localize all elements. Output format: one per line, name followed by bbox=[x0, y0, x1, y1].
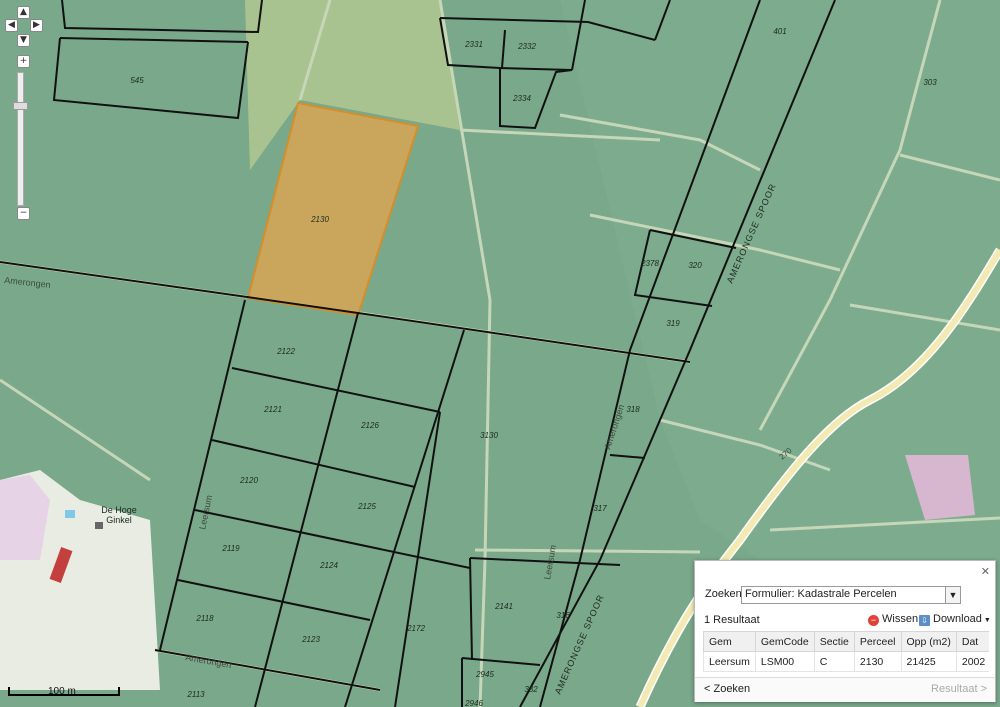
parcel-label: 2332 bbox=[517, 42, 536, 51]
dropdown-arrow-icon: ▼ bbox=[983, 617, 991, 624]
parcel-label: 401 bbox=[773, 27, 786, 36]
parcel-label: 319 bbox=[666, 319, 680, 328]
zoom-in-button[interactable]: + bbox=[17, 55, 30, 68]
zoom-slider-handle[interactable] bbox=[13, 102, 28, 110]
parcel-label: 2125 bbox=[357, 502, 376, 511]
result-count: 1 Resultaat bbox=[704, 614, 760, 626]
parcel-label: 2124 bbox=[319, 561, 338, 570]
zoom-slider-track[interactable] bbox=[17, 72, 24, 206]
table-cell: Leersum bbox=[703, 651, 756, 672]
scale-label: 100 m bbox=[48, 686, 76, 697]
parcel-label: 2172 bbox=[406, 624, 425, 633]
download-icon: ⇩ bbox=[919, 615, 930, 626]
parcel-label: 2378 bbox=[640, 259, 659, 268]
column-header[interactable]: Opp (m2) bbox=[900, 631, 957, 652]
parcel-label: 303 bbox=[923, 78, 937, 87]
table-row[interactable]: Leersum LSM00 C 2130 21425 2002 bbox=[703, 651, 989, 672]
parcel-label: 2121 bbox=[263, 405, 282, 414]
parcel-label: 2119 bbox=[221, 544, 240, 553]
back-to-search-link[interactable]: < Zoeken bbox=[704, 683, 750, 695]
pan-left-button[interactable]: ◀ bbox=[5, 19, 18, 32]
place-label: Ginkel bbox=[106, 515, 132, 525]
table-cell: 2130 bbox=[853, 651, 902, 672]
column-header[interactable]: Gem bbox=[703, 631, 756, 652]
table-cell: 21425 bbox=[900, 651, 957, 672]
column-header[interactable]: Sectie bbox=[813, 631, 855, 652]
parcel-label: 2334 bbox=[512, 94, 531, 103]
table-cell: 2002 bbox=[955, 651, 989, 672]
parcel-label: 2126 bbox=[360, 421, 379, 430]
search-form-value: Formulier: Kadastrale Percelen bbox=[745, 588, 897, 600]
place-label: De Hoge bbox=[101, 505, 137, 515]
table-cell: C bbox=[813, 651, 855, 672]
parcel-label: 320 bbox=[688, 261, 702, 270]
close-icon[interactable]: ✕ bbox=[981, 565, 990, 578]
clear-icon: − bbox=[868, 615, 879, 626]
pan-up-button[interactable]: ▲ bbox=[17, 6, 30, 19]
table-header-row: Gem GemCode Sectie Perceel Opp (m2) Dat bbox=[703, 631, 989, 652]
download-button[interactable]: ⇩ Download ▼ bbox=[919, 613, 991, 626]
parcel-label: 2141 bbox=[494, 602, 513, 611]
column-header[interactable]: GemCode bbox=[754, 631, 815, 652]
zoom-out-button[interactable]: − bbox=[17, 207, 30, 220]
parcel-label: 318 bbox=[626, 405, 640, 414]
parcel-label: 2123 bbox=[301, 635, 320, 644]
search-panel: ✕ Zoeken: Formulier: Kadastrale Percelen… bbox=[694, 560, 996, 702]
parcel-label: 2113 bbox=[186, 690, 205, 699]
parcel-label: 2946 bbox=[464, 699, 483, 707]
parcel-label: 382 bbox=[524, 685, 538, 694]
parcel-label: 2118 bbox=[195, 614, 214, 623]
search-form-select[interactable]: Formulier: Kadastrale Percelen ▼ bbox=[741, 586, 961, 604]
column-header[interactable]: Perceel bbox=[853, 631, 902, 652]
parcel-label: 2130 bbox=[310, 215, 329, 224]
results-table: Gem GemCode Sectie Perceel Opp (m2) Dat … bbox=[703, 631, 989, 672]
clear-label: Wissen bbox=[882, 613, 919, 625]
download-label: Download bbox=[933, 613, 982, 625]
parcel-label: 2120 bbox=[239, 476, 258, 485]
parcel-label: 316 bbox=[556, 611, 570, 620]
chevron-down-icon[interactable]: ▼ bbox=[945, 587, 960, 603]
panel-footer: < Zoeken Resultaat > bbox=[695, 677, 995, 702]
results-link[interactable]: Resultaat > bbox=[931, 683, 987, 695]
parcel-label: 2331 bbox=[464, 40, 483, 49]
parcel-label: 3130 bbox=[480, 431, 498, 440]
pan-right-button[interactable]: ▶ bbox=[30, 19, 43, 32]
search-label: Zoeken: bbox=[705, 588, 745, 600]
parcel-label: 545 bbox=[130, 76, 144, 85]
pan-down-button[interactable]: ▼ bbox=[17, 34, 30, 47]
column-header[interactable]: Dat bbox=[955, 631, 989, 652]
table-cell: LSM00 bbox=[754, 651, 815, 672]
clear-button[interactable]: − Wissen bbox=[868, 613, 918, 626]
results-table-wrap[interactable]: Gem GemCode Sectie Perceel Opp (m2) Dat … bbox=[703, 631, 989, 673]
parcel-label: 317 bbox=[593, 504, 607, 513]
parcel-label: 2122 bbox=[276, 347, 295, 356]
parcel-label: 2945 bbox=[475, 670, 494, 679]
